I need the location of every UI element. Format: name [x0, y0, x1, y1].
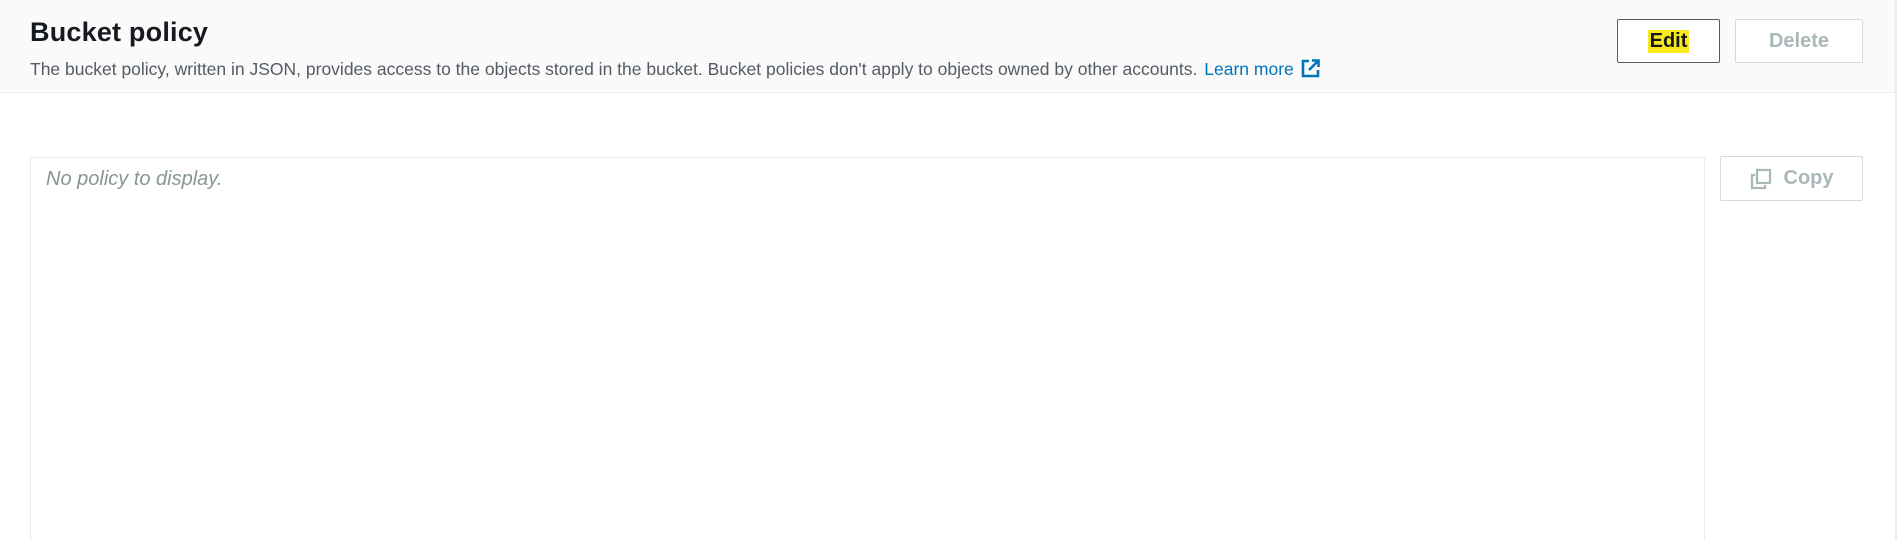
- external-link-icon: [1301, 59, 1320, 78]
- delete-button[interactable]: Delete: [1735, 19, 1863, 63]
- bucket-policy-header: Bucket policy The bucket policy, written…: [0, 0, 1895, 93]
- policy-viewer: No policy to display.: [30, 157, 1705, 541]
- delete-button-label: Delete: [1768, 29, 1830, 52]
- copy-button-label: Copy: [1783, 167, 1834, 189]
- description-text: The bucket policy, written in JSON, prov…: [30, 59, 1198, 79]
- edit-button[interactable]: Edit: [1617, 19, 1720, 63]
- learn-more-label: Learn more: [1204, 59, 1294, 79]
- learn-more-link[interactable]: Learn more: [1204, 59, 1321, 79]
- policy-empty-text: No policy to display.: [46, 168, 223, 190]
- copy-icon: [1750, 168, 1771, 189]
- section-description: The bucket policy, written in JSON, prov…: [30, 58, 1321, 80]
- bucket-policy-panel: Bucket policy The bucket policy, written…: [0, 0, 1897, 541]
- edit-button-label: Edit: [1647, 29, 1690, 53]
- page-title: Bucket policy: [30, 17, 209, 47]
- copy-button[interactable]: Copy: [1720, 156, 1863, 201]
